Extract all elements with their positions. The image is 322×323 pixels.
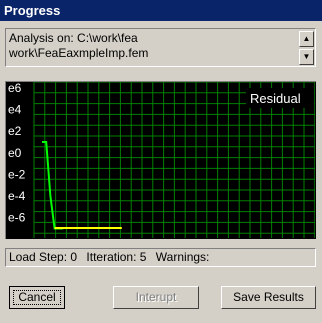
y-axis-tick-label: e6: [8, 82, 22, 95]
analysis-textbox[interactable]: Analysis on: C:\work\fea work\FeaEaxmple…: [5, 28, 316, 67]
legend-label-residual: Residual: [250, 91, 301, 106]
warnings-text: Warnings:: [155, 250, 210, 264]
y-axis-tick-label: e-2: [8, 167, 26, 181]
residual-chart-svg: e6 e4 e2 e0 e-2 e-4 e-6 Residual: [8, 81, 316, 245]
iteration-text: Itteration: 5: [86, 250, 147, 264]
scroll-up-button[interactable]: ▲: [299, 31, 314, 47]
analysis-line-1: Analysis on: C:\work\fea: [9, 31, 138, 45]
y-axis-tick-label: e2: [8, 124, 22, 138]
analysis-line-2: work\FeaEaxmpleImp.fem: [9, 46, 149, 60]
y-axis-tick-label: e4: [8, 103, 22, 117]
scroll-down-button[interactable]: ▼: [299, 49, 314, 65]
save-results-button[interactable]: Save Results: [221, 286, 316, 309]
triangle-down-icon: ▼: [302, 52, 311, 61]
status-bar: Load Step: 0 Itteration: 5 Warnings:: [5, 248, 316, 267]
interupt-button[interactable]: Interupt: [113, 286, 199, 309]
y-axis-tick-label: e-4: [8, 189, 26, 203]
triangle-up-icon: ▲: [302, 34, 311, 43]
vertical-scrollbar[interactable]: ▲ ▼: [299, 30, 314, 65]
residual-chart: e6 e4 e2 e0 e-2 e-4 e-6 Residual: [5, 81, 316, 245]
y-axis-tick-label: e0: [8, 146, 22, 160]
load-step-text: Load Step: 0: [9, 250, 78, 264]
y-axis-tick-label: e-6: [8, 211, 26, 225]
cancel-button[interactable]: Cancel: [9, 286, 65, 309]
analysis-text: Analysis on: C:\work\fea work\FeaEaxmple…: [9, 31, 295, 61]
window-title: Progress: [0, 0, 322, 21]
cancel-label: Cancel: [13, 290, 61, 305]
